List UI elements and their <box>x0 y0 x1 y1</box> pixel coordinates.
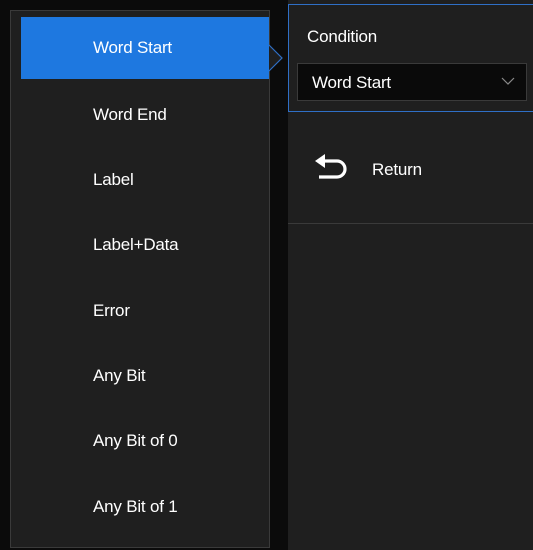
empty-menu-area <box>288 226 533 550</box>
return-button[interactable]: Return <box>288 116 533 224</box>
list-item-any-bit-of-1[interactable]: Any Bit of 1 <box>11 475 269 539</box>
list-item-label[interactable]: Label <box>11 148 269 212</box>
pointer-arrow-icon <box>268 44 283 72</box>
list-item-any-bit-of-0[interactable]: Any Bit of 0 <box>11 409 269 473</box>
chevron-down-icon <box>501 77 515 85</box>
condition-menu-item[interactable]: Condition Word Start <box>288 4 533 112</box>
trigger-condition-menu: Word Start Word End Label Label+Data Err… <box>0 0 533 550</box>
condition-select-value: Word Start <box>312 73 391 92</box>
list-item-error[interactable]: Error <box>11 279 269 343</box>
list-item-label-data[interactable]: Label+Data <box>11 213 269 277</box>
return-label: Return <box>372 160 422 179</box>
return-arrow-icon <box>315 154 347 179</box>
condition-select[interactable]: Word Start <box>297 63 527 101</box>
condition-dropdown-list: Word Start Word End Label Label+Data Err… <box>10 10 270 548</box>
softkey-menu-panel: Condition Word Start Return <box>288 0 533 550</box>
list-item-word-end[interactable]: Word End <box>11 83 269 147</box>
list-item-word-start[interactable]: Word Start <box>21 17 269 79</box>
list-item-any-bit[interactable]: Any Bit <box>11 344 269 408</box>
condition-label: Condition <box>307 27 378 46</box>
